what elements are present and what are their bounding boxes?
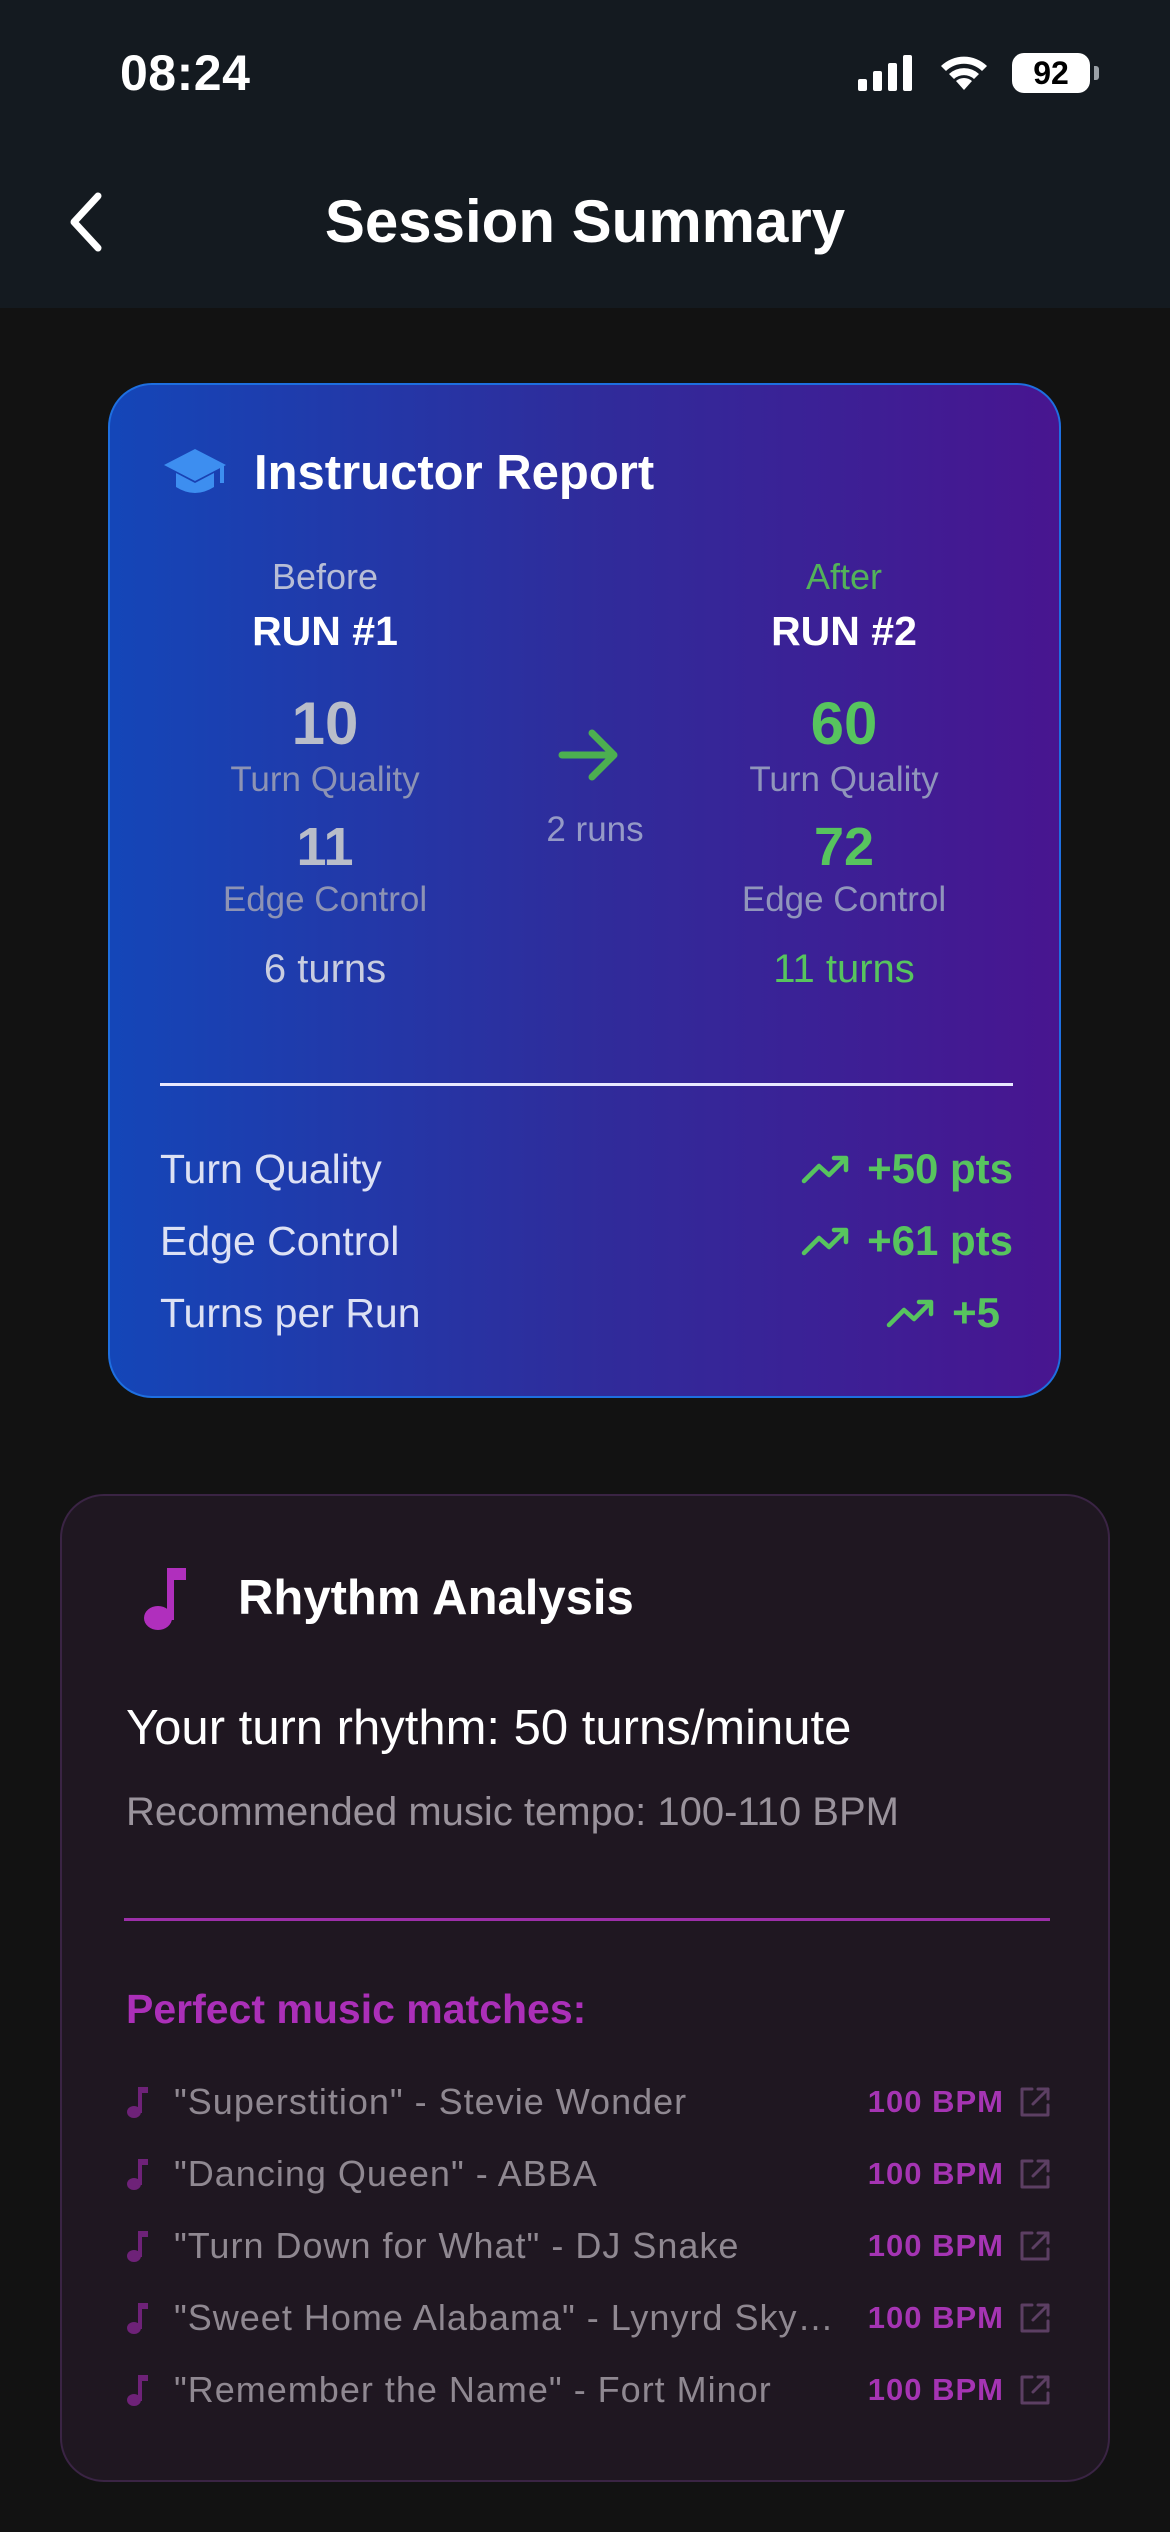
stat-row-edge-control: Edge Control +61 pts [160,1213,1013,1269]
song-bpm: 100 BPM [867,2372,1004,2407]
rhythm-title: Rhythm Analysis [238,1571,634,1625]
stat-label: Turn Quality [160,1145,382,1192]
trending-up-icon [801,1155,849,1184]
after-turn-quality-label: Turn Quality [749,760,939,799]
song-item[interactable]: "Remember the Name" - Fort Minor 100 BPM [126,2362,1052,2418]
music-note-icon [144,1568,186,1630]
graduation-cap-icon [164,449,226,493]
song-item[interactable]: "Turn Down for What" - DJ Snake 100 BPM [126,2218,1052,2274]
song-title: "Dancing Queen" - ABBA [174,2153,598,2194]
song-item[interactable]: "Superstition" - Stevie Wonder 100 BPM [126,2074,1052,2130]
before-edge-control-label: Edge Control [222,880,428,919]
signal-icon [858,55,912,91]
song-item[interactable]: "Dancing Queen" - ABBA 100 BPM [126,2146,1052,2202]
stat-value-text: +61 pts [867,1217,1013,1264]
stat-label: Edge Control [160,1217,400,1264]
external-link-icon[interactable] [1018,2301,1052,2335]
report-header: Instructor Report [162,445,654,501]
music-note-icon [126,2157,174,2191]
song-bpm: 100 BPM [867,2084,1004,2119]
trending-up-icon [801,1227,849,1256]
top-bar: 08:24 92 Session Summary [0,0,1170,308]
turn-rhythm-text: Your turn rhythm: 50 turns/minute [126,1701,852,1755]
rhythm-header: Rhythm Analysis [142,1564,634,1632]
music-note-icon [126,2301,174,2335]
external-link-icon[interactable] [1018,2085,1052,2119]
before-turns: 6 turns [263,947,387,991]
song-bpm: 100 BPM [867,2228,1004,2263]
before-turn-quality-label: Turn Quality [230,760,420,799]
before-label: Before [271,556,379,597]
rhythm-analysis-card: Rhythm Analysis Your turn rhythm: 50 tur… [60,1494,1110,2482]
instructor-report-card: Instructor Report Before RUN #1 10 Turn … [108,383,1061,1398]
after-edge-control-label: Edge Control [741,880,947,919]
song-bpm: 100 BPM [867,2156,1004,2191]
after-turn-quality: 60 [810,690,878,757]
stat-label: Turns per Run [160,1289,421,1336]
trending-up-icon [886,1299,934,1328]
after-turns: 11 turns [773,947,915,991]
status-icons: 92 [856,52,1099,94]
after-label: After [805,556,883,597]
after-run: RUN #2 [771,608,917,654]
after-edge-control: 72 [813,817,875,877]
external-link-icon[interactable] [1018,2373,1052,2407]
arrow-right-icon [558,729,618,781]
external-link-icon[interactable] [1018,2229,1052,2263]
before-column: Before RUN #1 10 Turn Quality 11 Edge Co… [110,555,540,993]
before-edge-control: 11 [296,817,354,877]
stat-value: +61 pts [801,1217,1013,1265]
song-title: "Remember the Name" - Fort Minor [174,2369,772,2410]
report-divider [160,1083,1013,1086]
before-run: RUN #1 [252,608,398,654]
report-title: Instructor Report [254,446,655,500]
status-time: 08:24 [120,45,251,101]
external-link-icon[interactable] [1018,2157,1052,2191]
page-title: Session Summary [324,188,846,255]
stat-value-text: +50 pts [867,1145,1013,1192]
music-note-icon [126,2085,174,2119]
song-title: "Superstition" - Stevie Wonder [174,2081,688,2122]
song-item[interactable]: "Sweet Home Alabama" - Lynyrd Skynyrd 10… [126,2290,1052,2346]
music-note-icon [126,2373,174,2407]
recommended-tempo-text: Recommended music tempo: 100-110 BPM [126,1790,899,1834]
music-note-icon [126,2229,174,2263]
stat-value: +5 [886,1289,1000,1337]
after-column: After RUN #2 60 Turn Quality 72 Edge Con… [629,555,1059,993]
song-bpm: 100 BPM [867,2300,1004,2335]
stat-value-text: +5 [952,1289,1000,1336]
stat-row-turns-per-run: Turns per Run +5 [160,1285,1000,1341]
battery-icon: 92 [1012,53,1099,93]
before-turn-quality: 10 [291,690,359,757]
rhythm-divider [124,1918,1050,1921]
stat-row-turn-quality: Turn Quality +50 pts [160,1141,1013,1197]
wifi-icon [941,56,987,90]
song-title: "Sweet Home Alabama" - Lynyrd Skynyrd [174,2297,834,2338]
music-matches-title: Perfect music matches: [126,1986,587,2032]
song-title: "Turn Down for What" - DJ Snake [174,2225,740,2266]
stat-value: +50 pts [801,1145,1013,1193]
